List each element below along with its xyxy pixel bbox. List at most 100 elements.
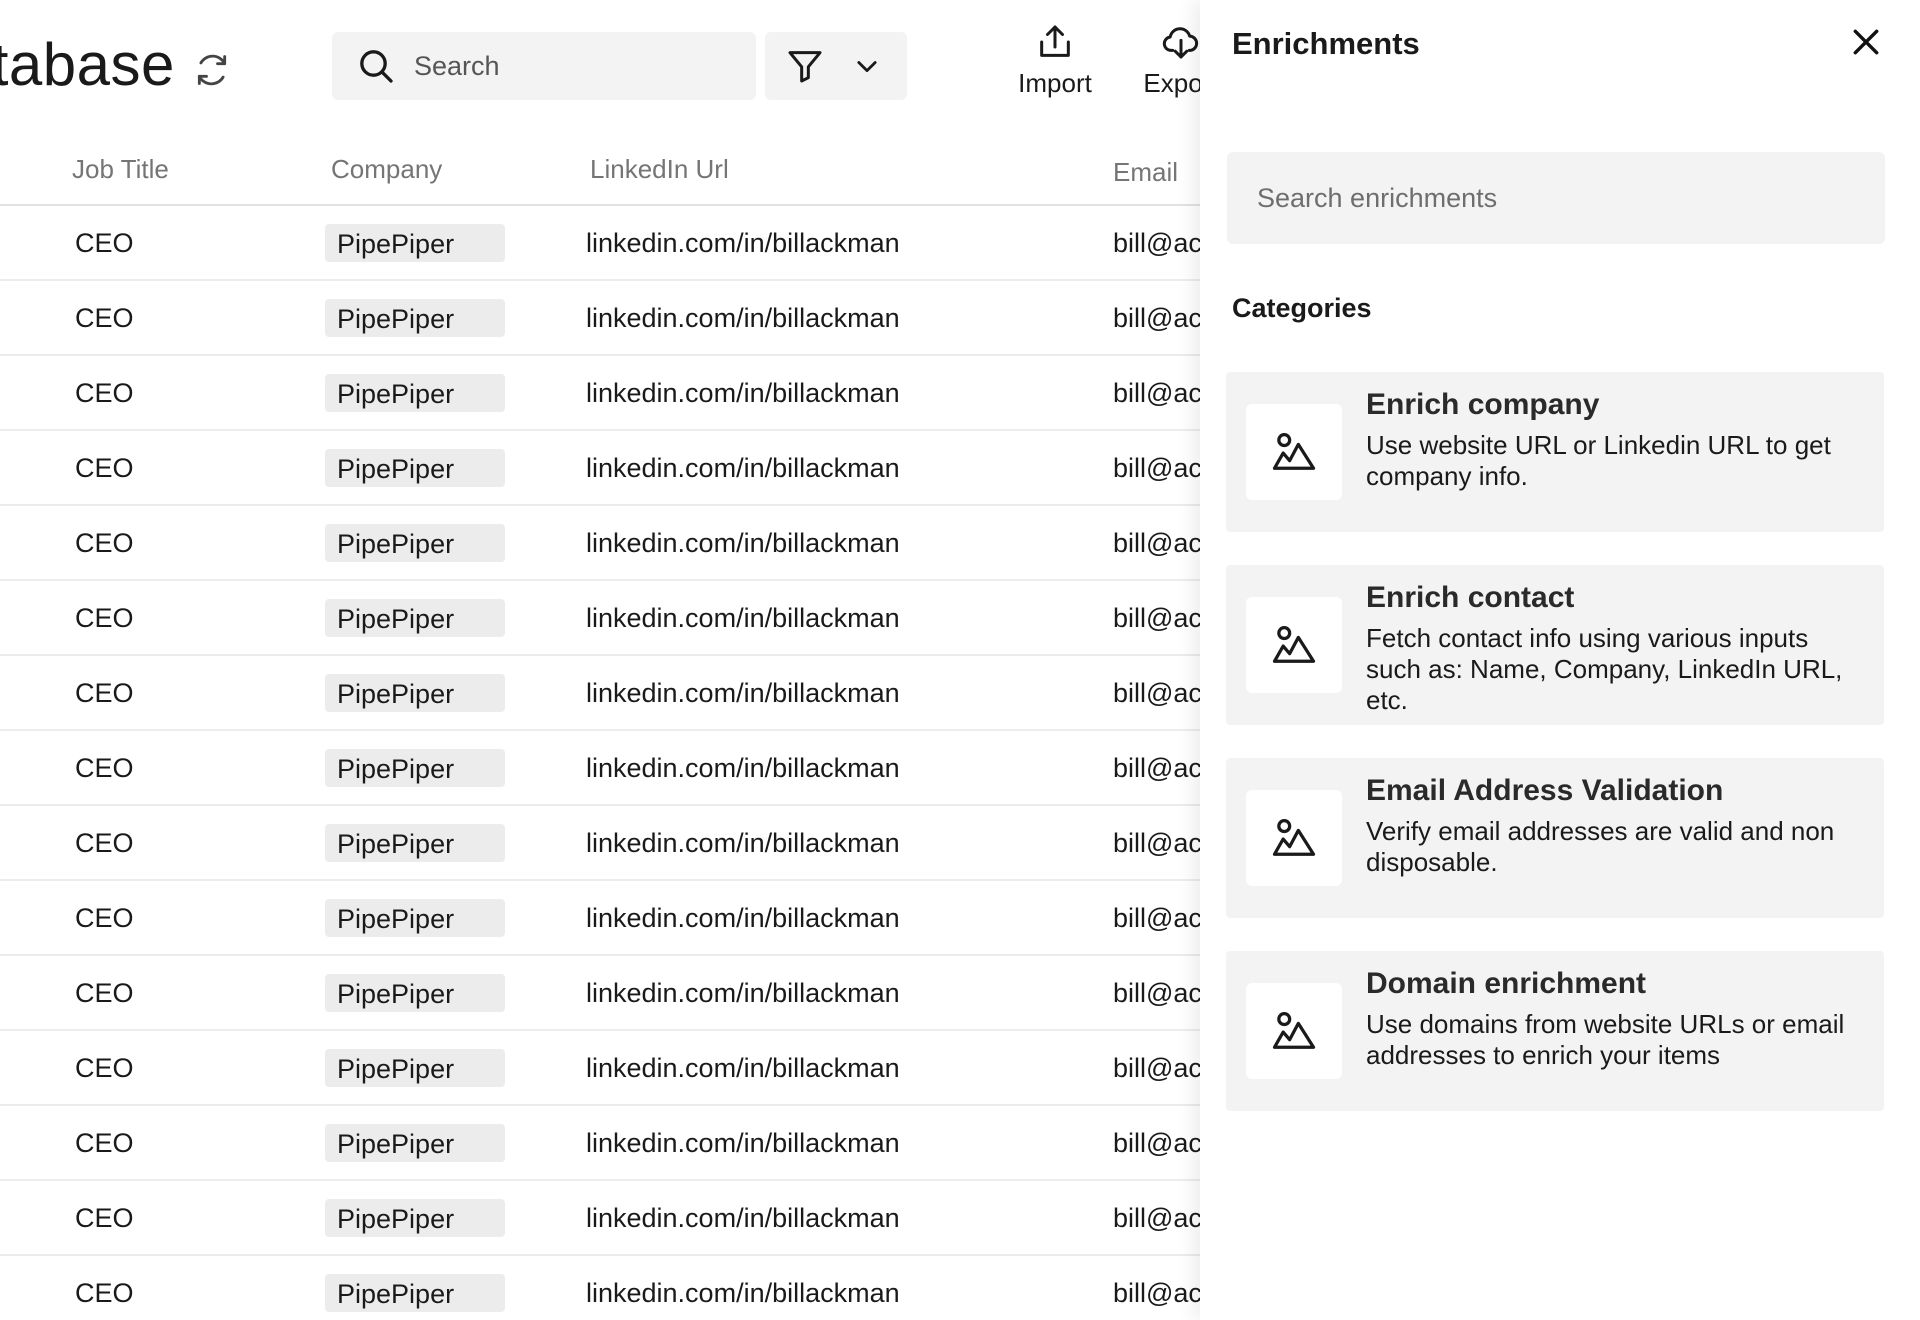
database-view: Database [0, 0, 1200, 1320]
enrichments-panel: Enrichments Categories Enrich company Us… [1200, 0, 1920, 1320]
linkedin-url-cell: linkedin.com/in/billackman [586, 1203, 900, 1233]
company-tag: PipePiper [325, 374, 505, 412]
job-title-cell: CEO [75, 978, 134, 1008]
company-tag: PipePiper [325, 824, 505, 862]
email-cell: bill@ac [1113, 978, 1200, 1008]
enrichment-card-email-validation[interactable]: Email Address Validation Verify email ad… [1226, 758, 1884, 918]
table-row[interactable]: CEO PipePiper linkedin.com/in/billackman… [0, 1181, 1200, 1256]
company-tag: PipePiper [325, 749, 505, 787]
email-cell: bill@ac [1113, 378, 1200, 408]
card-description: Use website URL or Linkedin URL to get c… [1366, 430, 1831, 491]
card-title: Email Address Validation [1366, 774, 1724, 807]
email-cell: bill@ac [1113, 528, 1200, 558]
job-title-cell: CEO [75, 903, 134, 933]
linkedin-url-cell: linkedin.com/in/billackman [586, 678, 900, 708]
company-tag: PipePiper [325, 899, 505, 937]
import-button[interactable]: Import [1010, 22, 1100, 99]
job-title-cell: CEO [75, 678, 134, 708]
linkedin-url-cell: linkedin.com/in/billackman [586, 828, 900, 858]
card-title: Enrich contact [1366, 581, 1575, 614]
company-tag: PipePiper [325, 524, 505, 562]
email-cell: bill@ac [1113, 678, 1200, 708]
person-icon [1246, 404, 1342, 500]
table-row[interactable]: CEO PipePiper linkedin.com/in/billackman… [0, 1256, 1200, 1320]
linkedin-url-cell: linkedin.com/in/billackman [586, 378, 900, 408]
search-box [332, 32, 756, 100]
filter-button[interactable] [765, 32, 907, 100]
table-row[interactable]: CEO PipePiper linkedin.com/in/billackman… [0, 431, 1200, 506]
categories-heading: Categories [1232, 293, 1372, 323]
table-row[interactable]: CEO PipePiper linkedin.com/in/billackman… [0, 806, 1200, 881]
email-cell: bill@ac [1113, 753, 1200, 783]
column-header-company[interactable]: Company [331, 154, 442, 185]
company-tag: PipePiper [325, 1274, 505, 1312]
linkedin-url-cell: linkedin.com/in/billackman [586, 603, 900, 633]
cloud-download-icon [1162, 27, 1199, 59]
email-cell: bill@ac [1113, 828, 1200, 858]
job-title-cell: CEO [75, 303, 134, 333]
enrichment-card-company[interactable]: Enrich company Use website URL or Linked… [1226, 372, 1884, 532]
table-row[interactable]: CEO PipePiper linkedin.com/in/billackman… [0, 731, 1200, 806]
upload-icon [1040, 25, 1070, 57]
job-title-cell: CEO [75, 1128, 134, 1158]
app: Database [0, 0, 1920, 1320]
table-row[interactable]: CEO PipePiper linkedin.com/in/billackman… [0, 956, 1200, 1031]
table-row[interactable]: CEO PipePiper linkedin.com/in/billackman… [0, 1031, 1200, 1106]
email-cell: bill@ac [1113, 1278, 1200, 1308]
company-tag: PipePiper [325, 1199, 505, 1237]
refresh-button[interactable] [190, 48, 234, 92]
linkedin-url-cell: linkedin.com/in/billackman [586, 1128, 900, 1158]
email-cell: bill@ac [1113, 303, 1200, 333]
job-title-cell: CEO [75, 528, 134, 558]
column-header-job-title[interactable]: Job Title [72, 154, 169, 185]
person-icon [1246, 597, 1342, 693]
table-row[interactable]: CEO PipePiper linkedin.com/in/billackman… [0, 506, 1200, 581]
job-title-cell: CEO [75, 228, 134, 258]
page-title: Database [0, 31, 175, 98]
refresh-icon [197, 54, 227, 86]
linkedin-url-cell: linkedin.com/in/billackman [586, 1053, 900, 1083]
table-row[interactable]: CEO PipePiper linkedin.com/in/billackman… [0, 656, 1200, 731]
company-tag: PipePiper [325, 1049, 505, 1087]
email-cell: bill@ac [1113, 453, 1200, 483]
card-description: Fetch contact info using various inputs … [1366, 623, 1843, 715]
card-description: Verify email addresses are valid and non… [1366, 816, 1835, 877]
table-row[interactable]: CEO PipePiper linkedin.com/in/billackman… [0, 206, 1200, 281]
column-header-linkedin-url[interactable]: LinkedIn Url [590, 154, 729, 185]
email-cell: bill@ac [1113, 903, 1200, 933]
email-cell: bill@ac [1113, 228, 1200, 258]
person-icon [1246, 790, 1342, 886]
job-title-cell: CEO [75, 1053, 134, 1083]
table-row[interactable]: CEO PipePiper linkedin.com/in/billackman… [0, 881, 1200, 956]
table-row[interactable]: CEO PipePiper linkedin.com/in/billackman… [0, 281, 1200, 356]
company-tag: PipePiper [325, 599, 505, 637]
chevron-down-icon [857, 61, 877, 73]
job-title-cell: CEO [75, 828, 134, 858]
import-label: Import [1018, 68, 1092, 98]
column-header-email[interactable]: Email [1113, 157, 1178, 188]
export-button[interactable]: Export [1136, 22, 1200, 99]
linkedin-url-cell: linkedin.com/in/billackman [586, 978, 900, 1008]
enrichment-card-contact[interactable]: Enrich contact Fetch contact info using … [1226, 565, 1884, 725]
panel-title: Enrichments [1232, 26, 1420, 61]
linkedin-url-cell: linkedin.com/in/billackman [586, 228, 900, 258]
table-row[interactable]: CEO PipePiper linkedin.com/in/billackman… [0, 356, 1200, 431]
table-row[interactable]: CEO PipePiper linkedin.com/in/billackman… [0, 1106, 1200, 1181]
close-icon [1853, 29, 1879, 55]
enrichments-search-input[interactable] [1227, 152, 1885, 244]
enrichment-card-domain[interactable]: Domain enrichment Use domains from websi… [1226, 951, 1884, 1111]
search-icon [352, 42, 400, 90]
person-icon [1246, 983, 1342, 1079]
job-title-cell: CEO [75, 1278, 134, 1308]
job-title-cell: CEO [75, 378, 134, 408]
linkedin-url-cell: linkedin.com/in/billackman [586, 753, 900, 783]
company-tag: PipePiper [325, 449, 505, 487]
export-label: Export [1143, 68, 1200, 98]
email-cell: bill@ac [1113, 1128, 1200, 1158]
close-button[interactable] [1846, 22, 1886, 62]
card-title: Enrich company [1366, 388, 1600, 421]
search-input[interactable] [414, 50, 734, 82]
email-cell: bill@ac [1113, 603, 1200, 633]
table-row[interactable]: CEO PipePiper linkedin.com/in/billackman… [0, 581, 1200, 656]
job-title-cell: CEO [75, 603, 134, 633]
